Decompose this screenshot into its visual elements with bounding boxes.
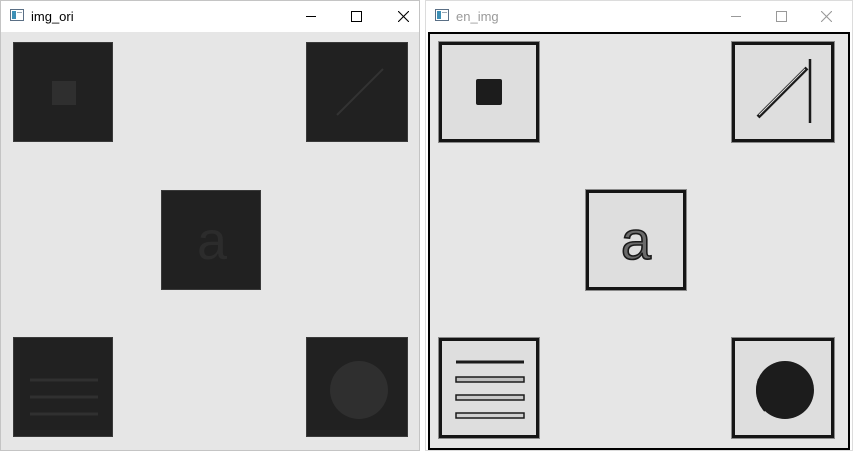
diagonal-line-shape (336, 68, 384, 116)
app-icon (435, 9, 449, 21)
app-icon (10, 9, 24, 21)
minimize-button[interactable] (289, 1, 335, 32)
lines-shape (30, 378, 98, 416)
diagonal-line-tile (306, 42, 408, 142)
minimize-icon (306, 16, 316, 17)
circle-tile (732, 338, 834, 438)
maximize-icon (351, 11, 362, 22)
close-button[interactable] (381, 1, 427, 32)
maximize-button[interactable] (759, 1, 805, 32)
tile-letter: a (621, 211, 652, 271)
circle-shape (330, 361, 388, 419)
letter-shape: a (197, 211, 228, 271)
image-canvas[interactable]: a (428, 32, 850, 450)
window-title: en_img (456, 9, 499, 24)
diagonal-line-shape (756, 59, 812, 123)
close-icon (398, 11, 409, 22)
lines-shape (455, 360, 525, 419)
lines-tile (439, 338, 539, 438)
window-img-ori: img_ori a (0, 0, 420, 451)
diagonal-line-tile (732, 42, 834, 142)
tile-letter: a (197, 211, 228, 271)
lines-tile (13, 337, 113, 437)
square-shape (52, 81, 76, 105)
letter-tile: a (586, 190, 686, 290)
maximize-icon (776, 11, 787, 22)
maximize-button[interactable] (334, 1, 380, 32)
image-canvas[interactable]: a (1, 32, 419, 450)
letter-tile: a (161, 190, 261, 290)
square-shape (476, 79, 502, 105)
minimize-icon (731, 16, 741, 17)
window-en-img: en_img a (425, 0, 853, 451)
square-tile (13, 42, 113, 142)
close-button[interactable] (804, 1, 850, 32)
square-tile (439, 42, 539, 142)
minimize-button[interactable] (714, 1, 760, 32)
circle-shape (756, 361, 814, 419)
titlebar[interactable]: en_img (426, 1, 852, 32)
circle-tile (306, 337, 408, 437)
titlebar[interactable]: img_ori (1, 1, 419, 32)
letter-shape: a (620, 210, 653, 272)
window-title: img_ori (31, 9, 74, 24)
close-icon (821, 11, 832, 22)
